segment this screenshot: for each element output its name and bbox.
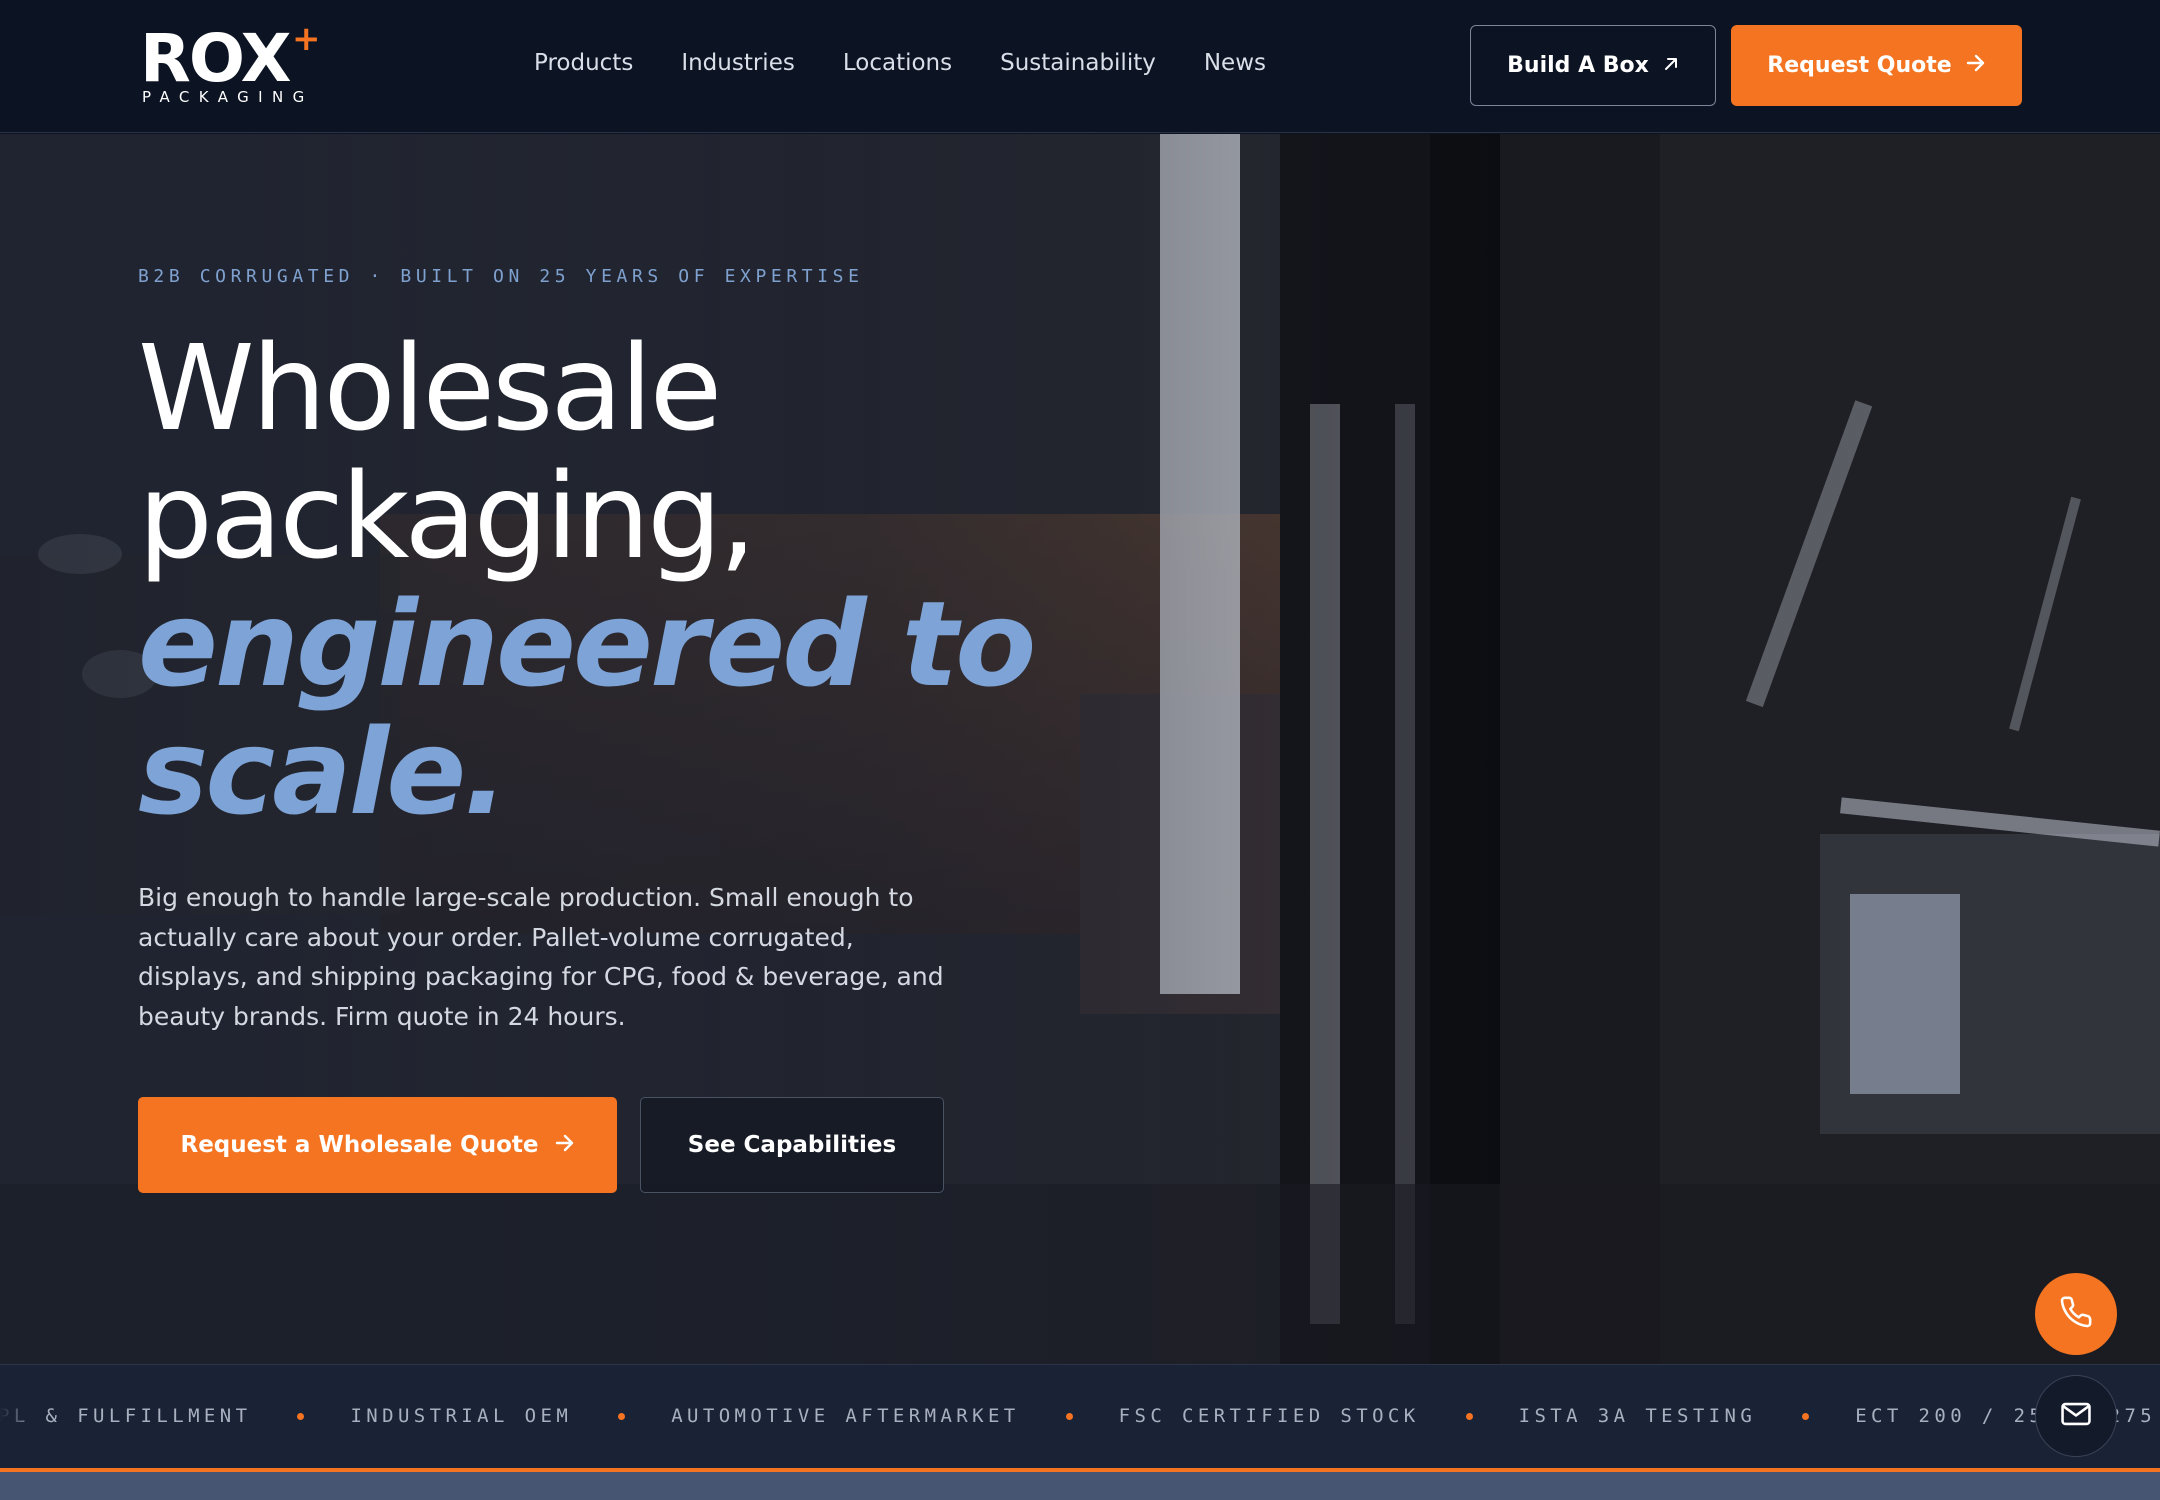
main-menu: Products Industries Locations Sustainabi… [534,50,1266,76]
logo-plus-mark: + [292,19,321,59]
headline-accent-line-1: engineered to [138,575,1036,713]
top-navigation: ROX + PACKAGING Products Industries Loca… [0,0,2160,133]
request-wholesale-quote-button[interactable]: Request a Wholesale Quote [138,1097,617,1193]
nav-link-sustainability[interactable]: Sustainability [1000,50,1156,76]
email-button[interactable] [2035,1375,2117,1457]
ticker-fade-left [0,1365,40,1468]
hero-headline: Wholesale packaging, engineered to scale… [138,319,1036,841]
hero-eyebrow: B2B CORRUGATED · BUILT ON 25 YEARS OF EX… [138,266,864,287]
nav-link-news[interactable]: News [1204,50,1266,76]
next-section-edge [0,1472,2160,1500]
ticker-separator-dot [1465,1412,1473,1420]
industries-ticker: PL & FULFILLMENT INDUSTRIAL OEM AUTOMOTI… [0,1364,2160,1468]
ticker-track: PL & FULFILLMENT INDUSTRIAL OEM AUTOMOTI… [0,1405,2160,1427]
hero-subtext: Big enough to handle large-scale product… [138,883,944,1031]
ticker-separator-dot [297,1412,305,1420]
nav-link-products[interactable]: Products [534,50,633,76]
nav-link-locations[interactable]: Locations [843,50,952,76]
request-wholesale-quote-label: Request a Wholesale Quote [180,1132,539,1158]
ticker-separator-dot [1802,1412,1810,1420]
arrow-right-icon [1966,53,1986,78]
rox-packaging-logo[interactable]: ROX + PACKAGING [140,20,330,106]
arrow-right-icon [555,1132,575,1158]
request-quote-button[interactable]: Request Quote [1731,25,2022,106]
logo-subtitle: PACKAGING [142,88,314,106]
ticker-item: ISTA 3A TESTING [1518,1405,1757,1427]
ticker-separator-dot [1065,1412,1073,1420]
headline-accent-line-2: scale. [138,703,508,841]
phone-icon [2059,1295,2093,1334]
call-button[interactable] [2035,1273,2117,1355]
nav-link-industries[interactable]: Industries [681,50,795,76]
arrow-up-right-icon [1663,53,1679,78]
see-capabilities-label: See Capabilities [687,1132,897,1158]
build-a-box-label: Build A Box [1507,53,1649,78]
ticker-item: FSC CERTIFIED STOCK [1118,1405,1420,1427]
logo-wordmark: ROX [140,20,291,97]
ticker-item: INDUSTRIAL OEM [350,1405,573,1427]
hero-section: B2B CORRUGATED · BUILT ON 25 YEARS OF EX… [0,134,2160,1364]
request-quote-label: Request Quote [1767,53,1952,78]
mail-icon [2059,1397,2093,1436]
build-a-box-button[interactable]: Build A Box [1470,25,1716,106]
headline-line-2: packaging, [138,447,757,585]
ticker-separator-dot [618,1412,626,1420]
see-capabilities-button[interactable]: See Capabilities [640,1097,944,1193]
headline-line-1: Wholesale [138,319,722,457]
ticker-item: AUTOMOTIVE AFTERMARKET [671,1405,1020,1427]
